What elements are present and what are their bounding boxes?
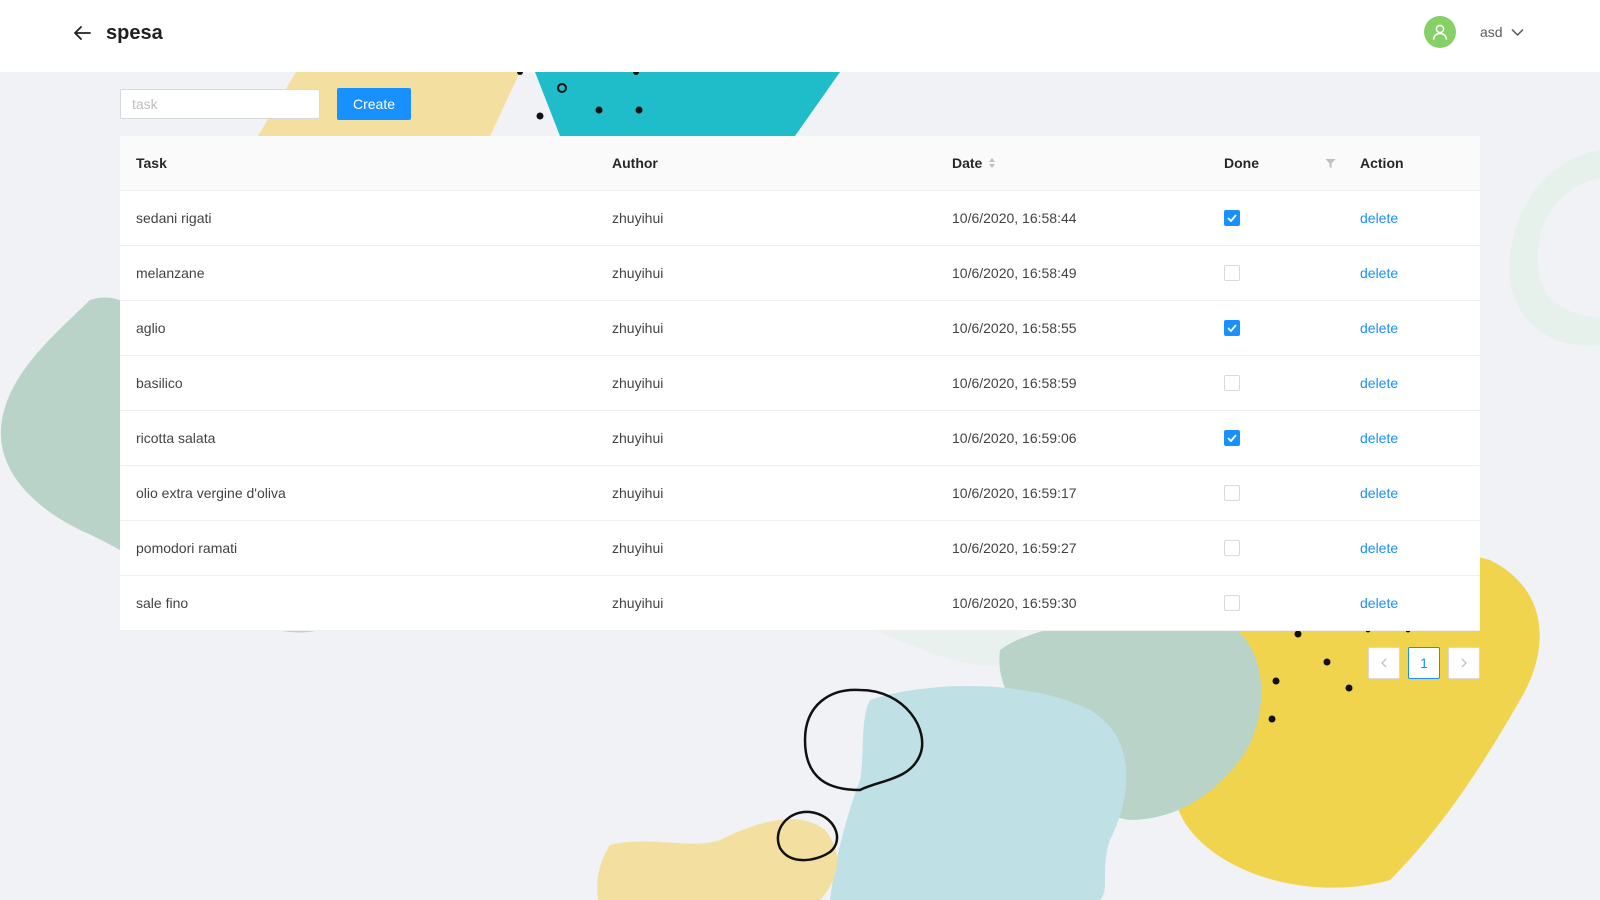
author-cell: zhuyihui — [612, 320, 664, 336]
done-checkbox[interactable] — [1224, 375, 1240, 391]
date-cell: 10/6/2020, 16:59:27 — [952, 540, 1077, 556]
column-header-done-label: Done — [1224, 155, 1259, 171]
pagination: 1 — [1368, 647, 1480, 679]
delete-link[interactable]: delete — [1360, 595, 1398, 611]
checkmark-icon — [1227, 324, 1237, 332]
author-cell: zhuyihui — [612, 210, 664, 226]
delete-link[interactable]: delete — [1360, 265, 1398, 281]
table-row: pomodori ramati zhuyihui 10/6/2020, 16:59:… — [120, 521, 1480, 576]
column-header-task: Task — [136, 155, 167, 171]
create-button[interactable]: Create — [337, 88, 412, 120]
author-cell: zhuyihui — [612, 265, 664, 281]
back-button[interactable] — [70, 22, 94, 44]
done-cell — [1208, 411, 1344, 465]
task-cell: melanzane — [136, 265, 205, 281]
page-button-current[interactable]: 1 — [1408, 647, 1440, 679]
arrow-left-icon — [74, 26, 91, 40]
action-cell: delete — [1344, 595, 1480, 611]
filter-icon[interactable] — [1325, 156, 1336, 172]
table-row: olio extra vergine d'oliva zhuyihui 10/6/2… — [120, 466, 1480, 521]
date-cell: 10/6/2020, 16:59:17 — [952, 485, 1077, 501]
checkmark-icon — [1227, 434, 1237, 442]
date-cell: 10/6/2020, 16:59:06 — [952, 430, 1077, 446]
action-cell: delete — [1344, 485, 1480, 501]
sort-icon[interactable] — [988, 157, 996, 169]
chevron-right-icon — [1461, 658, 1467, 668]
delete-link[interactable]: delete — [1360, 210, 1398, 226]
action-cell: delete — [1344, 265, 1480, 281]
page-title: spesa — [106, 22, 163, 44]
date-cell: 10/6/2020, 16:58:55 — [952, 320, 1077, 336]
column-header-date[interactable]: Date — [936, 155, 1208, 171]
done-cell — [1208, 246, 1344, 300]
author-cell: zhuyihui — [612, 595, 664, 611]
done-cell — [1208, 191, 1344, 245]
task-cell: basilico — [136, 375, 183, 391]
checkmark-icon — [1227, 214, 1237, 222]
done-checkbox[interactable] — [1224, 430, 1240, 446]
delete-link[interactable]: delete — [1360, 430, 1398, 446]
action-cell: delete — [1344, 210, 1480, 226]
done-cell — [1208, 301, 1344, 355]
table-row: sedani rigati zhuyihui 10/6/2020, 16:58:44… — [120, 191, 1480, 246]
date-cell: 10/6/2020, 16:58:59 — [952, 375, 1077, 391]
avatar[interactable] — [1424, 16, 1456, 48]
task-create-form: Create — [120, 88, 412, 120]
author-cell: zhuyihui — [612, 540, 664, 556]
prev-page-button[interactable] — [1368, 647, 1400, 679]
table-row: basilico zhuyihui 10/6/2020, 16:58:59 delet… — [120, 356, 1480, 411]
task-input[interactable] — [120, 89, 320, 119]
app-header: spesa asd — [0, 0, 1600, 72]
date-cell: 10/6/2020, 16:58:49 — [952, 265, 1077, 281]
table-header-row: Task Author Date Done Action — [120, 136, 1480, 191]
done-cell — [1208, 576, 1344, 630]
author-cell: zhuyihui — [612, 375, 664, 391]
done-cell — [1208, 521, 1344, 575]
done-cell — [1208, 356, 1344, 410]
done-checkbox[interactable] — [1224, 595, 1240, 611]
tasks-table: Task Author Date Done Action sedani riga… — [120, 136, 1480, 631]
user-menu[interactable]: asd — [1424, 16, 1524, 48]
chevron-left-icon — [1381, 658, 1387, 668]
author-cell: zhuyihui — [612, 485, 664, 501]
table-row: sale fino zhuyihui 10/6/2020, 16:59:30 dele… — [120, 576, 1480, 631]
action-cell: delete — [1344, 375, 1480, 391]
done-checkbox[interactable] — [1224, 210, 1240, 226]
action-cell: delete — [1344, 540, 1480, 556]
column-header-done: Done — [1208, 136, 1344, 190]
task-cell: aglio — [136, 320, 166, 336]
author-cell: zhuyihui — [612, 430, 664, 446]
column-header-action: Action — [1360, 155, 1404, 171]
task-cell: sedani rigati — [136, 210, 212, 226]
action-cell: delete — [1344, 430, 1480, 446]
username[interactable]: asd — [1480, 24, 1503, 40]
done-checkbox[interactable] — [1224, 265, 1240, 281]
task-cell: ricotta salata — [136, 430, 216, 446]
table-row: aglio zhuyihui 10/6/2020, 16:58:55 delete — [120, 301, 1480, 356]
table-row: melanzane zhuyihui 10/6/2020, 16:58:49 dele… — [120, 246, 1480, 301]
action-cell: delete — [1344, 320, 1480, 336]
task-cell: sale fino — [136, 595, 189, 611]
delete-link[interactable]: delete — [1360, 375, 1398, 391]
task-cell: olio extra vergine d'oliva — [136, 485, 286, 501]
done-checkbox[interactable] — [1224, 485, 1240, 501]
delete-link[interactable]: delete — [1360, 485, 1398, 501]
column-header-date-label: Date — [952, 155, 983, 171]
task-cell: pomodori ramati — [136, 540, 238, 556]
date-cell: 10/6/2020, 16:58:44 — [952, 210, 1077, 226]
delete-link[interactable]: delete — [1360, 320, 1398, 336]
chevron-down-icon[interactable] — [1511, 28, 1524, 37]
user-icon — [1432, 24, 1448, 40]
column-header-author: Author — [612, 155, 658, 171]
delete-link[interactable]: delete — [1360, 540, 1398, 556]
done-cell — [1208, 466, 1344, 520]
table-row: ricotta salata zhuyihui 10/6/2020, 16:59:0… — [120, 411, 1480, 466]
done-checkbox[interactable] — [1224, 320, 1240, 336]
done-checkbox[interactable] — [1224, 540, 1240, 556]
next-page-button[interactable] — [1448, 647, 1480, 679]
date-cell: 10/6/2020, 16:59:30 — [952, 595, 1077, 611]
